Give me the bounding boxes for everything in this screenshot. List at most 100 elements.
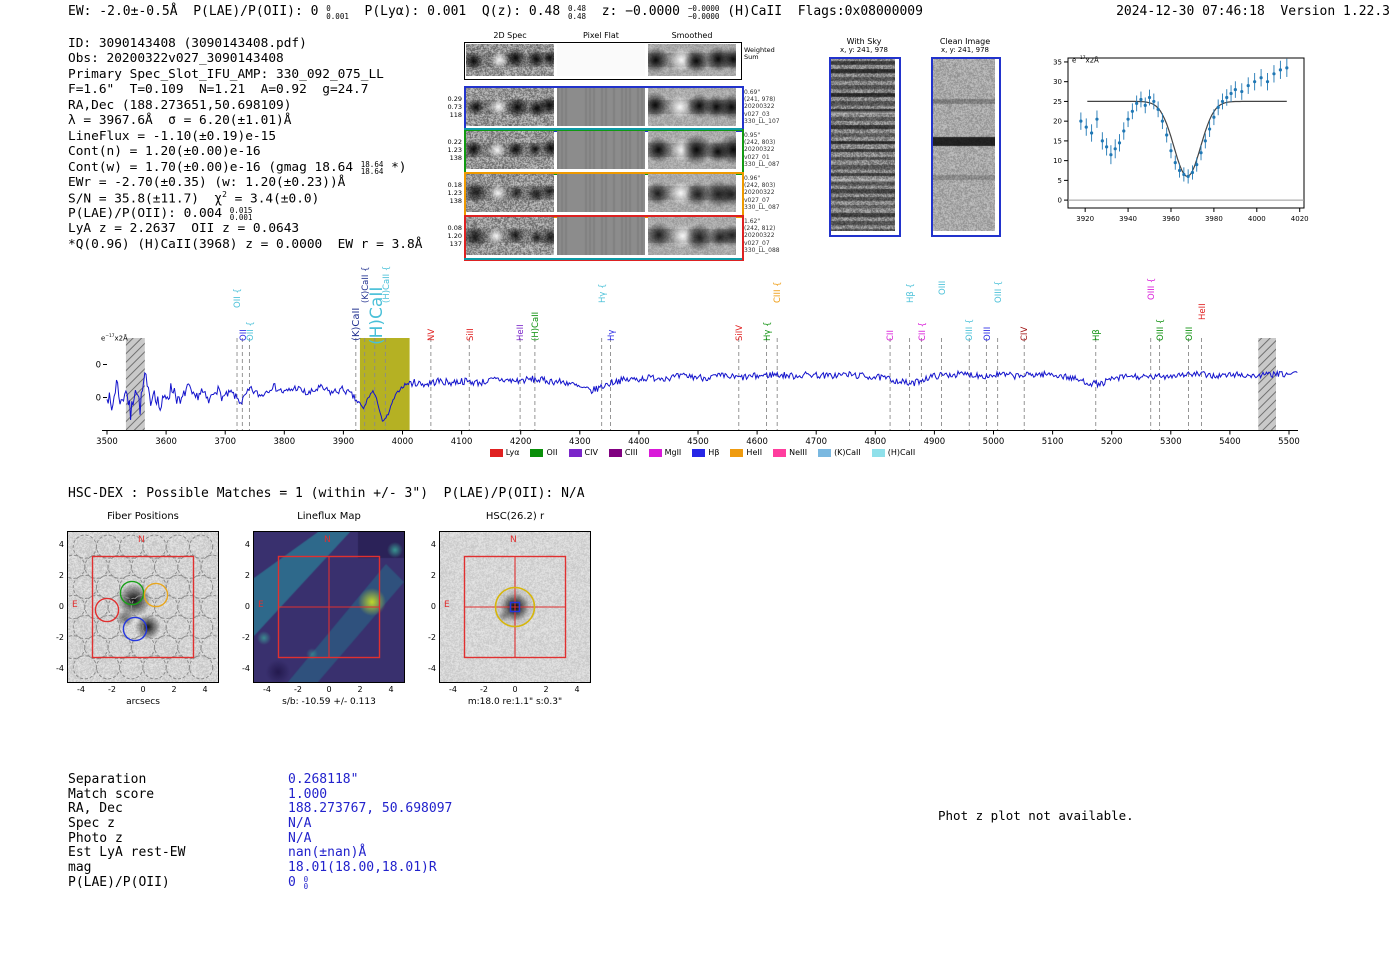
svg-text:20: 20 xyxy=(1053,118,1062,126)
x-tick-label: 0 xyxy=(512,685,518,694)
legend-label: HeII xyxy=(746,448,763,457)
spec2d-row-left-labels: 0.18 1.23 138 xyxy=(436,181,462,205)
emission-line-label: (K)CaII xyxy=(351,307,363,341)
svg-text:35: 35 xyxy=(1053,58,1062,66)
spec2d-row-left-labels: 0.22 1.23 138 xyxy=(436,138,462,162)
legend-item: (K)CaII xyxy=(818,448,861,457)
x-tick-label: -2 xyxy=(294,685,302,694)
detection-highlight-band xyxy=(359,338,410,431)
pixelflat-row-image xyxy=(557,174,645,212)
info-line: LyA z = 2.2637 OII z = 0.0643 xyxy=(68,221,300,237)
svg-text:0: 0 xyxy=(1058,197,1062,205)
spec2d-row-right-labels: 0.69" (241, 978) 20200322 v027_03 330_LL_107 xyxy=(744,89,780,125)
left-label-line: 1.20 xyxy=(447,232,462,240)
x-tick-label: -2 xyxy=(480,685,488,694)
right-label-line: 1.62" xyxy=(744,218,761,225)
svg-text:3600: 3600 xyxy=(155,437,177,447)
emission-line-label: CII { xyxy=(917,321,928,341)
emission-line-label: (H)CaII { xyxy=(381,265,392,303)
y-tick-label: 2 xyxy=(58,571,64,580)
svg-text:5: 5 xyxy=(1058,177,1062,185)
emission-line-label: SiIV xyxy=(735,324,745,341)
info-line: P(LAE)/P(OII): 0.004 0.015 0.001 xyxy=(68,205,253,223)
cutout-sublabel: m:18.0 re:1.1" s:0.3" xyxy=(467,697,563,707)
info-line: LineFlux = -1.10(±0.19)e-15 xyxy=(68,128,277,144)
svg-text:40: 40 xyxy=(95,361,101,371)
emission-line-label: Hγ xyxy=(606,329,617,341)
emission-line-label: OIII { xyxy=(1155,318,1166,341)
table-row-label: Photo z xyxy=(68,830,123,846)
legend-label: NeIII xyxy=(789,448,808,457)
right-label-line: (242, 803) xyxy=(744,139,776,147)
x-tick-label: 2 xyxy=(171,685,177,694)
table-row-label: RA, Dec xyxy=(68,801,123,817)
legend-swatch xyxy=(568,448,582,457)
emission-line-label: Hβ { xyxy=(905,283,916,303)
svg-text:4020: 4020 xyxy=(1291,215,1309,223)
emission-line-label: OIII { xyxy=(1146,277,1157,300)
spec2d-divider-line xyxy=(464,258,742,260)
right-label-line: 330_LL_088 xyxy=(744,246,780,254)
pixelflat-row-image xyxy=(557,217,645,255)
stacked-value: 0 0.001 xyxy=(326,4,349,21)
legend-label: (H)CaII xyxy=(887,448,916,457)
y-tick-label: -4 xyxy=(428,664,436,673)
spec2d-row-right-labels: 1.62" (242, 812) 20200322 v027_07 330_LL_088 xyxy=(744,218,780,254)
full-width-spectrum-plot: 3500 3600 3700 3800 3900 4000 4100 4200 4300 4400… xyxy=(95,338,1300,447)
legend-swatch xyxy=(608,448,622,457)
table-row: P(LAE)/P(OII) 0 00 xyxy=(68,874,452,892)
emission-line-label: OIII xyxy=(982,326,993,341)
left-label-line: 0.29 xyxy=(447,95,462,103)
report-datetime-version: 2024-12-30 07:46:18 Version 1.22.3 xyxy=(1116,4,1390,19)
legend-swatch xyxy=(530,448,544,457)
svg-text:4100: 4100 xyxy=(451,437,473,447)
legend-swatch xyxy=(489,448,503,457)
summary-header-line: EW: -2.0±-0.5Å P(LAE)/P(OII): 0 0 0.001 P… xyxy=(68,4,923,21)
flux-unit-label: e−17x2Å xyxy=(1072,56,1099,65)
spectrum-legend: Lyα OII CIV CIII MgII Hβ HeII NeIII (K)CaII (H)Ca… xyxy=(95,448,1310,457)
emission-line-label: OII { xyxy=(233,288,244,308)
left-label-line: 1.23 xyxy=(447,146,462,154)
spec2d-row-right-labels: 0.96" (242, 803) 20200322 v027_07 330_LL_087 xyxy=(744,175,780,211)
legend-label: OII xyxy=(546,448,558,457)
legend-item: Hβ xyxy=(692,448,719,457)
legend-item: NeIII xyxy=(773,448,807,457)
right-label-line: 20200322 xyxy=(744,232,775,240)
legend-item: Lyα xyxy=(489,448,519,457)
masked-band xyxy=(1258,338,1276,431)
right-label-line: v027_07 xyxy=(744,239,770,247)
emission-line-label: Hγ { xyxy=(597,283,608,303)
stacked-value: 18.64 18.64 xyxy=(360,159,384,176)
right-label-line: 0.69" xyxy=(744,89,761,96)
spec2d-col-title: Pixel Flat xyxy=(583,31,619,40)
table-row-value: 0 00 xyxy=(288,874,309,892)
y-tick-label: 0 xyxy=(430,602,436,611)
emission-line-label: OII { xyxy=(245,321,256,341)
spectrum-line xyxy=(106,369,1298,422)
svg-text:3960: 3960 xyxy=(1162,215,1180,223)
svg-text:5400: 5400 xyxy=(1219,437,1241,447)
emission-line-label: NV xyxy=(427,328,437,341)
table-row: Photo z N/A xyxy=(68,831,452,846)
smoothed-row-image xyxy=(648,217,736,255)
cutout-overlay-0 xyxy=(68,534,218,680)
table-row-value: 188.273767, 50.698097 xyxy=(288,801,453,817)
table-row-value: 1.000 xyxy=(288,786,328,802)
y-tick-label: -2 xyxy=(242,633,250,642)
left-label-line: 137 xyxy=(449,240,462,248)
info-line: EWr = -2.70(±0.35) (w: 1.20(±0.23))Å xyxy=(68,174,346,190)
spec2d-row-left-labels: 0.08 1.20 137 xyxy=(436,224,462,248)
spec2d-summed-image xyxy=(466,44,554,76)
info-line: ID: 3090143408 (3090143408.pdf) xyxy=(68,36,307,51)
flux-unit-label: e−17x2Å xyxy=(101,334,128,343)
svg-text:5300: 5300 xyxy=(1160,437,1182,447)
svg-text:10: 10 xyxy=(1053,157,1062,165)
y-tick-label: -4 xyxy=(242,664,250,673)
y-tick-label: -4 xyxy=(56,664,64,673)
spec2d-row-image xyxy=(466,217,554,255)
y-tick-label: -2 xyxy=(428,633,436,642)
svg-text:5200: 5200 xyxy=(1101,437,1123,447)
legend-item: HeII xyxy=(730,448,762,457)
info-line: F=1.6" T=0.109 N=1.21 A=0.92 g=24.7 xyxy=(68,82,369,98)
east-label: E xyxy=(258,600,264,610)
